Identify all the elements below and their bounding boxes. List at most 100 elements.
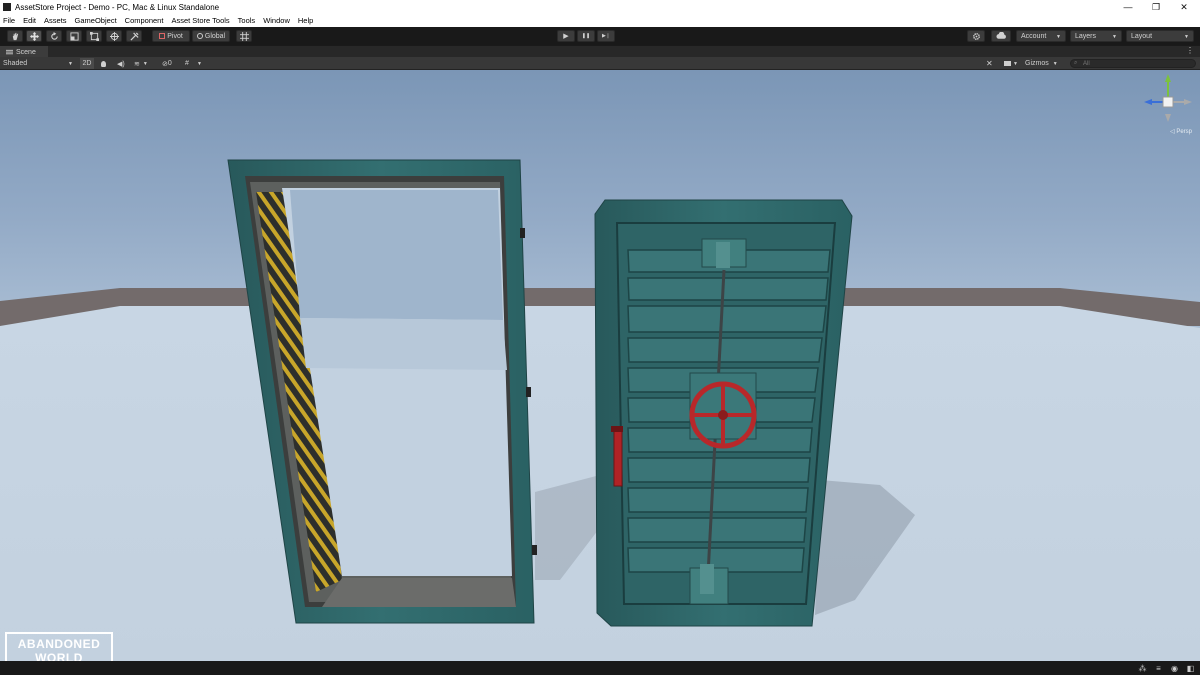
move-tool-button[interactable] [26, 30, 42, 42]
tab-scene-label: Scene [16, 48, 36, 56]
scene-tab-bar: Scene ⋮ [0, 45, 1200, 58]
scene-render [0, 159, 1200, 661]
speaker-icon: ◀) [117, 60, 125, 68]
play-button[interactable]: ▶ [557, 30, 575, 42]
services-settings-button[interactable] [967, 30, 985, 42]
layout-label: Layout [1131, 32, 1153, 40]
camera-icon [1004, 61, 1011, 66]
custom-tool-icon [129, 31, 139, 41]
camera-settings-dropdown[interactable]: ▼ [197, 58, 205, 69]
transform-icon [109, 31, 119, 41]
status-bar: ⁂ ≡ ◉ ◧ [0, 661, 1200, 675]
menu-gameobject[interactable]: GameObject [75, 16, 117, 25]
shading-mode-label: Shaded [3, 60, 28, 67]
grid-snap-button[interactable] [236, 30, 252, 42]
cloud-button[interactable] [991, 30, 1011, 42]
step-button[interactable]: ▶❘ [597, 30, 615, 42]
close-button[interactable]: ✕ [1170, 0, 1198, 14]
scene-viewport[interactable]: ◁ Persp ABANDONED WORLD [0, 70, 1200, 661]
lighting-toggle[interactable] [101, 58, 113, 69]
gear-icon [972, 32, 980, 40]
main-toolbar: Pivot Global ▶ ❚❚ ▶❘ Account ▼ Layers ▼ … [0, 27, 1200, 45]
gizmos-label: Gizmos [1025, 60, 1049, 67]
mode-2d-toggle[interactable]: 2D [80, 58, 94, 69]
menu-bar: File Edit Assets GameObject Component As… [0, 14, 1200, 27]
chevron-down-icon: ▼ [197, 60, 202, 67]
hidden-objects-toggle[interactable]: ⊘ 0 [162, 58, 180, 69]
tools-icon: ✕ [986, 59, 993, 68]
account-dropdown[interactable]: Account ▼ [1016, 30, 1066, 42]
progress-icon[interactable]: ◉ [1170, 664, 1179, 673]
pivot-toggle[interactable]: Pivot [152, 30, 190, 42]
window-titlebar: AssetStore Project - Demo - PC, Mac & Li… [0, 0, 1200, 14]
chevron-down-icon: ▼ [142, 60, 148, 67]
layers-label: Layers [1075, 32, 1097, 40]
chevron-down-icon: ▼ [1184, 34, 1189, 40]
grid-toggle[interactable]: # [185, 58, 193, 69]
cache-server-icon[interactable]: ≡ [1154, 664, 1163, 673]
abandoned-world-logo: ABANDONED WORLD [5, 632, 113, 661]
menu-assets[interactable]: Assets [44, 16, 67, 25]
grid-snap-icon [239, 31, 249, 41]
globe-icon [196, 33, 203, 39]
rotate-tool-button[interactable] [46, 30, 62, 42]
unity-app-icon [3, 3, 11, 11]
menu-edit[interactable]: Edit [23, 16, 36, 25]
audio-toggle[interactable]: ◀) [117, 58, 129, 69]
camera-dropdown[interactable]: ▼ [1004, 58, 1022, 69]
pivot-label: Pivot [167, 32, 183, 40]
projection-label[interactable]: ◁ Persp [1170, 128, 1192, 135]
hand-icon [12, 32, 18, 40]
scale-icon [69, 31, 79, 41]
chevron-down-icon: ▼ [1052, 60, 1058, 67]
menu-window[interactable]: Window [263, 16, 290, 25]
menu-help[interactable]: Help [298, 16, 313, 25]
scale-tool-button[interactable] [66, 30, 82, 42]
tools-toggle[interactable]: ✕ [986, 58, 998, 69]
lightbulb-icon [101, 60, 106, 67]
move-icon [29, 31, 39, 41]
effects-icon: ≋ [134, 60, 140, 68]
shading-mode-dropdown[interactable]: Shaded ▼ [3, 58, 75, 69]
hidden-count: 0 [167, 60, 172, 67]
auto-generate-lighting-icon[interactable]: ⁂ [1138, 664, 1147, 673]
grid-icon: # [185, 60, 189, 67]
vault-door-model [594, 199, 853, 627]
chevron-down-icon: ▼ [1013, 60, 1018, 67]
scene-toolbar: Shaded ▼ 2D ◀) ≋ ▼ ⊘ 0 # ▼ ✕ ▼ Gizmos ▼ … [0, 57, 1200, 70]
layers-dropdown[interactable]: Layers ▼ [1070, 30, 1122, 42]
logo-line2: WORLD [35, 651, 83, 661]
hand-tool-button[interactable] [7, 30, 23, 42]
custom-tool-button[interactable] [126, 30, 142, 42]
rect-icon [89, 31, 99, 41]
axis-gizmo-icon [1144, 74, 1192, 122]
collab-icon[interactable]: ◧ [1186, 664, 1195, 673]
cloud-icon [995, 32, 1006, 39]
global-label: Global [204, 32, 226, 40]
scene-search-input[interactable]: ⌕ All [1070, 59, 1196, 68]
restore-button[interactable]: ❐ [1142, 0, 1170, 14]
gizmos-dropdown[interactable]: Gizmos ▼ [1025, 58, 1065, 69]
layout-dropdown[interactable]: Layout ▼ [1126, 30, 1194, 42]
account-label: Account [1021, 32, 1047, 40]
pause-button[interactable]: ❚❚ [577, 30, 595, 42]
tab-menu-icon[interactable]: ⋮ [1186, 46, 1194, 55]
menu-component[interactable]: Component [125, 16, 164, 25]
minimize-button[interactable]: — [1114, 0, 1142, 14]
scene-search-placeholder: All [1083, 60, 1090, 67]
effects-dropdown[interactable]: ≋ ▼ [134, 58, 154, 69]
transform-tool-button[interactable] [106, 30, 122, 42]
global-toggle[interactable]: Global [192, 30, 230, 42]
menu-asset-store-tools[interactable]: Asset Store Tools [171, 16, 229, 25]
chevron-down-icon: ▼ [68, 60, 73, 67]
chevron-down-icon: ▼ [1056, 34, 1061, 40]
scene-grid-icon [6, 49, 13, 55]
logo-line1: ABANDONED [17, 637, 101, 651]
menu-file[interactable]: File [3, 16, 15, 25]
rotate-icon [50, 31, 58, 40]
search-icon: ⌕ [1074, 60, 1078, 66]
pivot-icon [159, 33, 166, 39]
menu-tools[interactable]: Tools [238, 16, 256, 25]
rect-tool-button[interactable] [86, 30, 102, 42]
chevron-down-icon: ▼ [1112, 34, 1117, 40]
